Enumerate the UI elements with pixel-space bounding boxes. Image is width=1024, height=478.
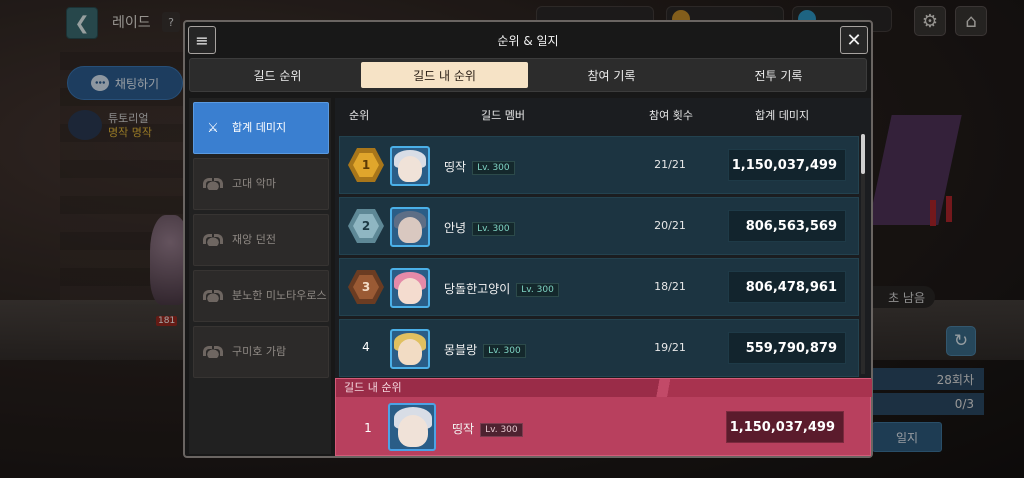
level-badge: Lv. 300 <box>516 283 559 297</box>
my-ranking-row: 길드 내 순위 1 띵작 Lv. 300 1,150,037,499 <box>335 378 872 456</box>
horn-icon <box>202 232 224 248</box>
table-row[interactable]: 1 띵작 Lv. 300 21/21 1,150,037,499 <box>339 136 859 194</box>
participation-count: 20/21 <box>654 219 686 232</box>
avatar <box>390 207 430 247</box>
avatar <box>390 268 430 308</box>
member-name: 당돌한고양이 Lv. 300 <box>444 280 559 297</box>
level-badge: Lv. 300 <box>472 222 515 236</box>
level-badge: Lv. 300 <box>472 161 515 175</box>
tab-bar: 길드 순위 길드 내 순위 참여 기록 전투 기록 <box>189 58 867 92</box>
modal-header: ≡ 순위 & 일지 ✕ <box>185 22 871 58</box>
horn-icon <box>202 288 224 304</box>
level-badge: Lv. 300 <box>480 423 523 437</box>
avatar <box>390 146 430 186</box>
level-badge: Lv. 300 <box>483 344 526 358</box>
category-disaster-dungeon[interactable]: 재앙 던전 <box>193 214 329 266</box>
modal-title: 순위 & 일지 <box>497 33 559 48</box>
bronze-rank-badge: 3 <box>348 270 384 304</box>
scrollbar[interactable] <box>861 134 865 374</box>
horn-icon <box>202 344 224 360</box>
gold-rank-badge: 1 <box>348 148 384 182</box>
category-label: 합계 데미지 <box>232 121 287 135</box>
silver-rank-badge: 2 <box>348 209 384 243</box>
scrollbar-thumb[interactable] <box>861 134 865 174</box>
table-header: 순위 길드 멤버 참여 횟수 합계 데미지 <box>335 98 871 130</box>
my-ranking-header: 길드 내 순위 <box>336 379 872 397</box>
menu-button[interactable]: ≡ <box>188 26 216 54</box>
table-row[interactable]: 2 안녕 Lv. 300 20/21 806,563,569 <box>339 197 859 255</box>
horn-icon <box>202 176 224 192</box>
category-label: 고대 악마 <box>232 177 276 191</box>
category-gumiho[interactable]: 구미호 가람 <box>193 326 329 378</box>
category-list: ⚔ 합계 데미지 고대 악마 재앙 던전 분노한 미노타우로스 구미호 가람 <box>189 98 331 454</box>
close-button[interactable]: ✕ <box>840 26 868 54</box>
participation-count: 19/21 <box>654 341 686 354</box>
rank-number: 1 <box>364 421 372 435</box>
avatar <box>388 403 436 451</box>
total-damage: 806,563,569 <box>728 210 846 242</box>
rank-number: 4 <box>362 340 370 354</box>
total-damage: 559,790,879 <box>728 332 846 364</box>
participation-count: 18/21 <box>654 280 686 293</box>
tab-participation-log[interactable]: 참여 기록 <box>528 62 695 88</box>
member-name: 띵작 Lv. 300 <box>444 158 515 175</box>
table-row[interactable]: 3 당돌한고양이 Lv. 300 18/21 806,478,961 <box>339 258 859 316</box>
avatar <box>390 329 430 369</box>
tab-guild-ranking[interactable]: 길드 순위 <box>194 62 361 88</box>
hamburger-icon: ≡ <box>195 30 209 50</box>
member-name: 띵작 Lv. 300 <box>452 420 523 437</box>
tab-in-guild-ranking[interactable]: 길드 내 순위 <box>361 62 528 88</box>
header-rank: 순위 <box>349 109 370 122</box>
total-damage: 1,150,037,499 <box>728 149 846 181</box>
table-row[interactable]: 4 몽블랑 Lv. 300 19/21 559,790,879 <box>339 319 859 377</box>
member-name: 안녕 Lv. 300 <box>444 219 515 236</box>
category-label: 분노한 미노타우로스 <box>232 289 327 303</box>
header-count: 참여 횟수 <box>649 109 693 122</box>
crossed-swords-icon: ⚔ <box>207 120 219 136</box>
close-icon: ✕ <box>846 29 862 51</box>
total-damage: 806,478,961 <box>728 271 846 303</box>
ranking-modal: ≡ 순위 & 일지 ✕ 길드 순위 길드 내 순위 참여 기록 전투 기록 ⚔ … <box>183 20 873 458</box>
category-label: 구미호 가람 <box>232 345 287 359</box>
ranking-table[interactable]: 순위 길드 멤버 참여 횟수 합계 데미지 1 띵작 Lv. 300 21/21 … <box>335 98 871 378</box>
member-name: 몽블랑 Lv. 300 <box>444 341 526 358</box>
category-label: 재앙 던전 <box>232 233 276 247</box>
tab-battle-log[interactable]: 전투 기록 <box>695 62 862 88</box>
total-damage: 1,150,037,499 <box>726 411 844 443</box>
header-member: 길드 멤버 <box>481 109 525 122</box>
header-damage: 합계 데미지 <box>755 109 810 122</box>
category-minotaur[interactable]: 분노한 미노타우로스 <box>193 270 329 322</box>
category-ancient-demon[interactable]: 고대 악마 <box>193 158 329 210</box>
participation-count: 21/21 <box>654 158 686 171</box>
category-total-damage[interactable]: ⚔ 합계 데미지 <box>193 102 329 154</box>
